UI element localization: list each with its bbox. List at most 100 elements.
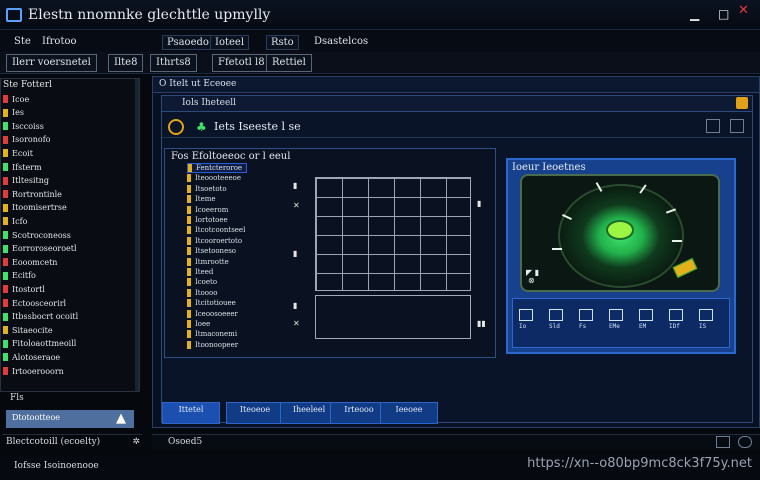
list-item[interactable]: Itcotcoontseel [187, 225, 245, 235]
meter-strip: Io Sld Fs EMe EM IDf IS [512, 298, 730, 348]
list-item[interactable]: Fentcteroroe [187, 163, 248, 173]
meter-label: Io [519, 323, 527, 330]
sidebar-item[interactable]: Eooomcetn [3, 256, 57, 268]
record-icon[interactable] [168, 119, 184, 135]
sidebar-item[interactable]: Ecitfo [3, 270, 36, 282]
list-item[interactable]: Itcitotiouee [187, 298, 236, 308]
panel-toggle-icon[interactable] [706, 119, 720, 133]
meter-icon[interactable] [609, 309, 623, 321]
list-item[interactable]: Itmrootte [187, 257, 229, 267]
axis-marker-icon: ▮ [293, 249, 298, 258]
list-item[interactable]: Itsoetoto [187, 184, 227, 194]
radar-display[interactable]: ⊗ [520, 174, 720, 292]
panel-close-icon[interactable] [730, 119, 744, 133]
minimize-icon[interactable]: ▁ [690, 7, 699, 21]
sidebar-item[interactable]: Icfo [3, 215, 27, 227]
sidebar-item[interactable]: Itostortl [3, 283, 45, 295]
toolbar-button-3[interactable]: Ithrts8 [150, 54, 197, 72]
list-item-label: Iteme [195, 195, 216, 204]
sidebar: Ste Fotterl Icoe Ies Isccoiss Isoronofo Ecoi… [0, 78, 140, 392]
sidebar-item[interactable]: Ifsterm [3, 161, 42, 173]
sidebar-scrollbar[interactable] [135, 79, 139, 391]
status-marker-icon [3, 95, 8, 103]
sidebar-item[interactable]: Alotoseraoe [3, 351, 60, 363]
sidebar-item[interactable]: Rortrontinle [3, 188, 62, 200]
status-marker-icon [3, 244, 8, 253]
tab-2[interactable]: Iteoeoe [226, 402, 284, 424]
sidebar-item-label: Ecitfo [12, 271, 36, 281]
sidebar-item[interactable]: Ectoosceorirl [3, 297, 66, 309]
menu-item-ste[interactable]: Ste [10, 35, 35, 48]
chat-icon[interactable] [738, 436, 752, 448]
toolbar-button-2[interactable]: Ilte8 [108, 54, 144, 72]
status-left: Blectcotoill (ecoelty) ✲ [2, 434, 142, 450]
status-marker-icon [3, 312, 8, 321]
toolbar-button-1[interactable]: Ilerr voersnetel [6, 54, 97, 72]
list-item[interactable]: Itoonoopeer [187, 340, 238, 350]
meter-icon[interactable] [699, 309, 713, 321]
list-item[interactable]: Itoooo [187, 288, 217, 298]
sidebar-item[interactable]: Irtooerooorn [3, 365, 64, 377]
item-list: Fentcteroroe Iteoooteeeoe Itsoetoto Iteme Ic… [187, 163, 279, 353]
sidebar-item[interactable]: Itoomisertrse [3, 202, 67, 214]
list-bar-icon [187, 195, 191, 204]
sidebar-action-label: Dtotootteoe [12, 413, 61, 422]
menu-item-rsto[interactable]: Rsto [266, 35, 299, 50]
menu-item-ioteel[interactable]: Ioteel [210, 35, 250, 50]
maximize-icon[interactable]: □ [718, 7, 729, 21]
axis-marker-icon: ▮▮ [477, 319, 486, 328]
data-grid[interactable] [315, 177, 471, 291]
sidebar-item[interactable]: Icoe [3, 93, 29, 105]
sidebar-item[interactable]: Isoronofo [3, 134, 50, 146]
sidebar-action-button[interactable]: Dtotootteoe ▲ [6, 410, 134, 428]
meter-label: IS [699, 323, 707, 330]
menu-item-dsastelcos[interactable]: Dsastelcos [310, 35, 372, 48]
toolbar-button-5[interactable]: Rettiel [266, 54, 312, 72]
meter-icon[interactable] [639, 309, 653, 321]
toolbar-button-4[interactable]: Ffetotl l8 [212, 54, 271, 72]
list-item[interactable]: Itcooroertoto [187, 236, 242, 246]
crosshair-icon: ⊗ [528, 276, 535, 285]
list-item-label: Icoeto [195, 278, 218, 287]
sidebar-item[interactable]: Scotroconeoss [3, 229, 71, 241]
sidebar-item[interactable]: Eorroroseoroetl [3, 243, 77, 255]
list-item[interactable]: Itmaconemi [187, 329, 237, 339]
close-icon[interactable]: ✕ [738, 3, 752, 18]
sidebar-item[interactable]: Sitaeocite [3, 324, 53, 336]
list-item[interactable]: Icoeerom [187, 205, 228, 215]
main-header: O Itelt ut Eceoee [153, 77, 759, 93]
status-marker-icon [3, 135, 8, 144]
list-item-label: Iceoosoeeer [195, 309, 238, 318]
lower-grid[interactable] [315, 295, 471, 339]
meter-icon[interactable] [579, 309, 593, 321]
list-item-label: Iteed [195, 268, 214, 276]
sidebar-item[interactable]: Ecoit [3, 147, 33, 159]
sidebar-item[interactable]: Fitoloaottmeoill [3, 338, 76, 350]
settings-icon[interactable]: ✲ [132, 437, 140, 447]
radar-tick [672, 240, 682, 242]
meter-icon[interactable] [669, 309, 683, 321]
sidebar-item[interactable]: Itltesitng [3, 175, 49, 187]
list-item[interactable]: Itsetooneso [187, 246, 236, 256]
list-item[interactable]: Iceoosoeeer [187, 309, 238, 319]
sidebar-item[interactable]: Itbssbocrt ocoitl [3, 311, 78, 323]
list-item[interactable]: Iteoooteeeoe [187, 173, 241, 183]
list-item[interactable]: Iteme [187, 194, 216, 204]
tab-1[interactable]: Ittetel [162, 402, 220, 424]
lock-icon[interactable] [736, 97, 748, 109]
tab-5[interactable]: Ieeoee [380, 402, 438, 424]
list-item[interactable]: Iteed [187, 267, 213, 277]
meter-icon[interactable] [519, 309, 533, 321]
sidebar-item[interactable]: Isccoiss [3, 120, 44, 132]
meter-label: Sld [549, 323, 560, 330]
meter-icon[interactable] [549, 309, 563, 321]
sidebar-item-label: Ecoit [12, 148, 33, 158]
list-item[interactable]: Ioee [187, 319, 210, 329]
list-item[interactable]: Iortotoee [187, 215, 228, 225]
sidebar-item[interactable]: Ies [3, 107, 24, 119]
list-item[interactable]: Icoeto [187, 277, 217, 287]
monitor-icon[interactable] [716, 436, 730, 448]
sidebar-item-label: Ies [12, 108, 24, 118]
menu-item-psaoedo[interactable]: Psaoedo [162, 35, 214, 50]
menu-item-ifrotoo[interactable]: Ifrotoo [38, 35, 81, 48]
